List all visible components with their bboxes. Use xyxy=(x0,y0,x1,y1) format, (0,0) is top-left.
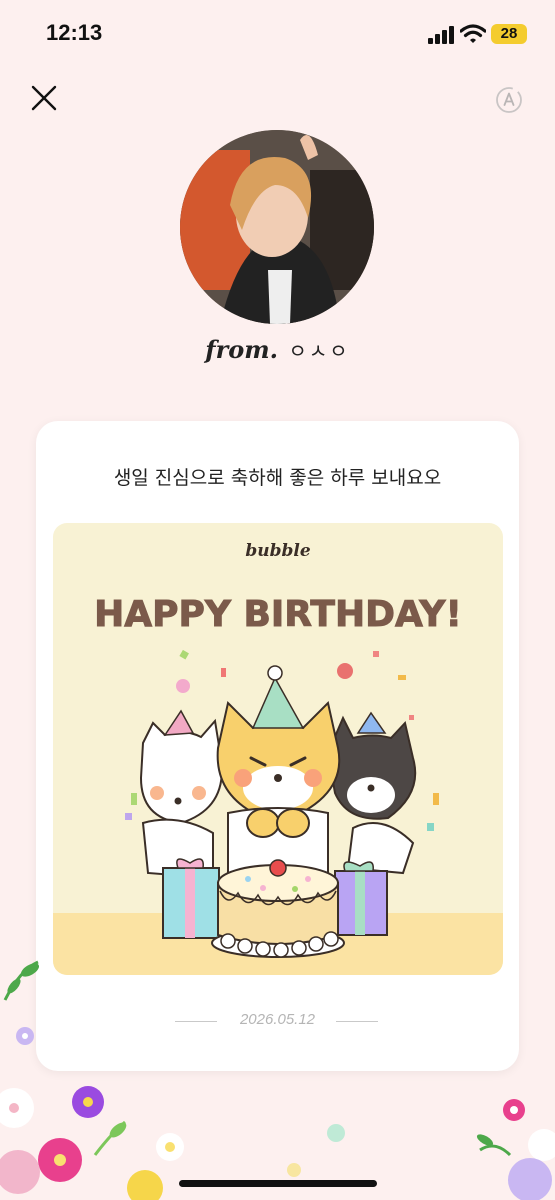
flower-icon xyxy=(72,1086,104,1118)
home-indicator[interactable] xyxy=(179,1180,377,1187)
bubble-letter-screen: 12:13 28 from. ㅇㅅㅇ 생일 진심으로 축하해 좋은 하루 보내요… xyxy=(0,0,555,1200)
sender-name: ㅇㅅㅇ xyxy=(288,339,350,363)
status-time: 12:13 xyxy=(46,20,103,45)
sender-row: from. ㅇㅅㅇ xyxy=(0,335,555,364)
flower-icon xyxy=(327,1124,345,1142)
status-bar: 12:13 28 xyxy=(0,0,555,70)
flower-icon xyxy=(156,1133,184,1161)
leaf-icon xyxy=(476,1134,512,1157)
signal-icon xyxy=(428,26,456,44)
avatar xyxy=(180,130,374,324)
from-label: from. xyxy=(205,335,279,364)
translate-icon[interactable] xyxy=(493,84,525,116)
letter-message: 생일 진심으로 축하해 좋은 하루 보내요오 xyxy=(113,467,442,489)
flower-icon xyxy=(127,1170,163,1200)
close-icon[interactable] xyxy=(30,84,58,112)
flower-icon xyxy=(0,1088,34,1128)
leaf-icon xyxy=(93,1120,127,1156)
battery-icon: 28 xyxy=(491,24,527,44)
birthday-illustration: HAPPY BIRTHDAY! xyxy=(53,594,503,975)
flower-decoration xyxy=(0,960,555,1200)
flower-icon xyxy=(528,1129,555,1161)
birthday-title: HAPPY BIRTHDAY! xyxy=(94,594,462,635)
flower-icon xyxy=(287,1163,301,1177)
flower-icon xyxy=(508,1158,552,1200)
wifi-icon xyxy=(460,24,486,43)
flower-icon xyxy=(38,1138,82,1182)
flower-icon xyxy=(16,1027,34,1045)
leaf-icon xyxy=(3,960,40,1001)
flower-icon xyxy=(503,1099,525,1121)
flower-icon xyxy=(0,1150,40,1194)
birthday-card-image: bubble HAPPY BIRTHDAY! xyxy=(53,523,503,975)
avatar-photo xyxy=(180,130,374,324)
battery-level: 28 xyxy=(500,25,518,42)
